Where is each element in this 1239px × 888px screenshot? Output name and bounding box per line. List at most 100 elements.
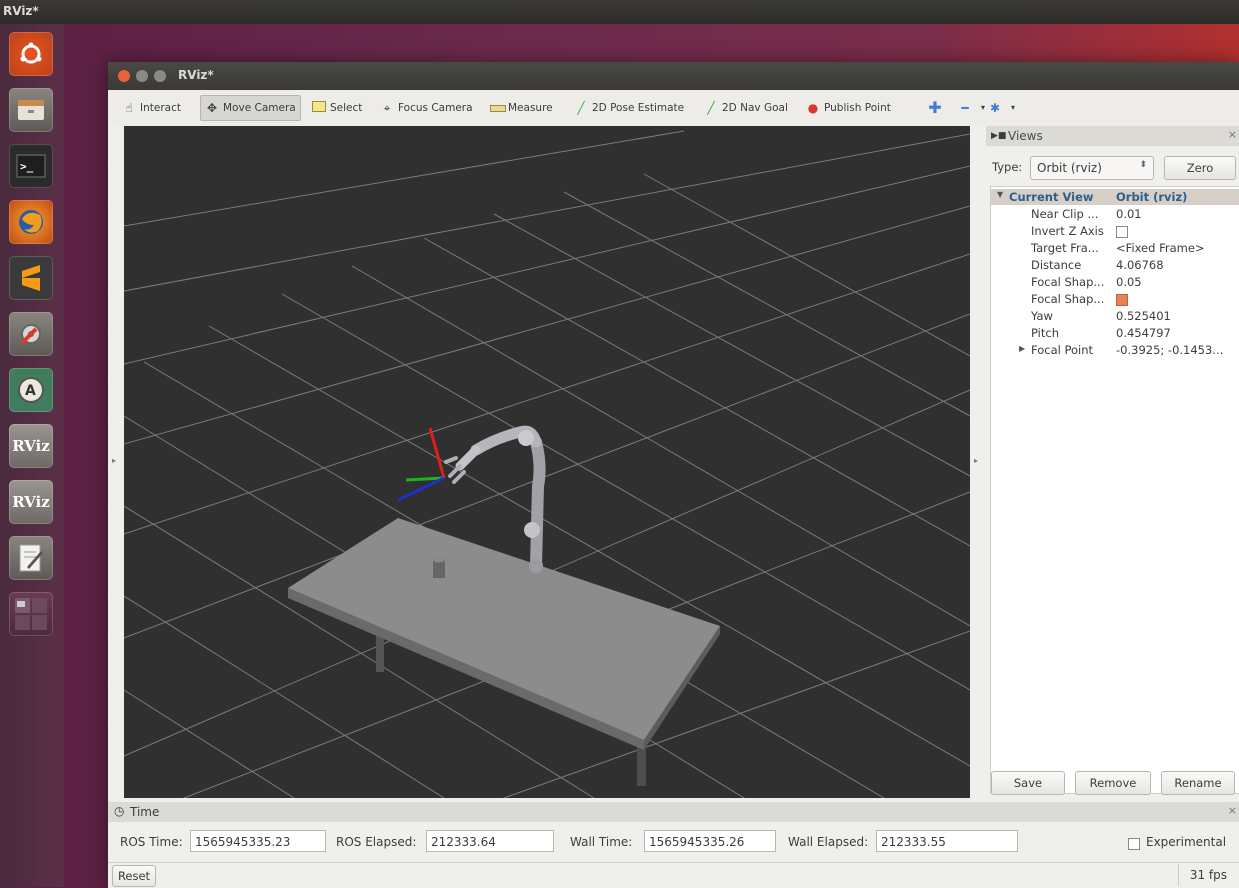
wall-time-field[interactable]: 1565945335.26 <box>644 830 776 852</box>
svg-text:A: A <box>25 383 36 399</box>
plus-icon: ✚ <box>928 98 942 117</box>
workspace-switcher-icon[interactable] <box>9 592 53 636</box>
terminal-icon[interactable]: >_ <box>9 144 53 188</box>
current-view-row[interactable]: ▼ Current View Orbit (rviz) <box>991 189 1239 205</box>
window-titlebar[interactable]: RViz* <box>108 62 1239 90</box>
property-row[interactable]: Focal Shap... 0.05 <box>991 274 1239 290</box>
expand-down-icon[interactable]: ▼ <box>997 190 1003 199</box>
property-name: Invert Z Axis <box>1031 224 1104 238</box>
property-row[interactable]: Focal Shap... <box>991 291 1239 307</box>
rviz-icon[interactable]: RViz <box>9 480 53 524</box>
property-row[interactable]: ▶ Focal Point -0.3925; -0.1453... <box>991 342 1239 358</box>
file-manager-icon[interactable] <box>9 88 53 132</box>
location-pin-icon: ● <box>807 101 819 115</box>
property-row[interactable]: Near Clip ... 0.01 <box>991 206 1239 222</box>
expand-right-icon[interactable]: ▶ <box>1019 344 1025 353</box>
zero-button[interactable]: Zero <box>1164 156 1236 180</box>
rename-button[interactable]: Rename <box>1161 771 1235 795</box>
updown-icon: ⬍ <box>1139 160 1147 170</box>
top-bar-title: RViz* <box>3 4 39 18</box>
experimental-checkbox[interactable] <box>1128 836 1140 850</box>
property-value[interactable]: -0.3925; -0.1453... <box>1116 343 1223 357</box>
rviz-icon[interactable]: RViz <box>9 424 53 468</box>
wall-elapsed-field[interactable]: 212333.55 <box>876 830 1018 852</box>
ruler-icon <box>490 101 506 115</box>
view-properties-tree: ▼ Current View Orbit (rviz) Near Clip ..… <box>990 186 1239 794</box>
view-type-select[interactable]: Orbit (rviz) ⬍ <box>1030 156 1154 180</box>
software-updater-icon[interactable]: A <box>9 368 53 412</box>
measure-tool-button[interactable]: Measure <box>490 96 553 120</box>
pose-estimate-label: 2D Pose Estimate <box>592 102 685 114</box>
minimize-icon[interactable] <box>136 70 148 82</box>
time-title: Time <box>130 805 160 819</box>
property-value[interactable]: <Fixed Frame> <box>1116 241 1205 255</box>
property-value[interactable]: 4.06768 <box>1116 258 1164 272</box>
save-button[interactable]: Save <box>991 771 1065 795</box>
close-icon[interactable]: × <box>1228 804 1237 817</box>
time-panel-title-bar[interactable]: ◷ Time × <box>108 802 1239 822</box>
focus-camera-icon: ⌖ <box>383 101 391 115</box>
ros-time-field[interactable]: 1565945335.23 <box>190 830 326 852</box>
add-tool-button[interactable]: ✚ <box>928 96 942 120</box>
interact-tool-button[interactable]: ☝ Interact <box>122 96 181 120</box>
firefox-icon[interactable] <box>9 200 53 244</box>
window-title: RViz* <box>178 68 214 82</box>
tool-properties-button[interactable]: ✱ ▾ <box>988 96 1020 120</box>
property-row[interactable]: Target Fra... <Fixed Frame> <box>991 240 1239 256</box>
ros-elapsed-label: ROS Elapsed: <box>336 835 417 849</box>
views-panel-title-bar[interactable]: ▶■ Views × <box>986 126 1239 146</box>
2d-nav-goal-tool-button[interactable]: ╱ 2D Nav Goal <box>704 96 788 120</box>
left-dock-splitter[interactable]: ▸ <box>108 126 124 798</box>
tool-properties-icon: ✱ <box>989 101 1001 115</box>
rviz-label: RViz <box>12 437 50 455</box>
svg-text:>_: >_ <box>20 160 34 173</box>
select-tool-button[interactable]: Select <box>312 96 362 120</box>
reset-button[interactable]: Reset <box>112 865 156 887</box>
close-icon[interactable] <box>118 70 130 82</box>
remove-button[interactable]: Remove <box>1075 771 1151 795</box>
text-editor-icon[interactable] <box>9 536 53 580</box>
views-panel: ▶■ Views × Type: Orbit (rviz) ⬍ Zero ▼ C… <box>986 126 1239 802</box>
ubuntu-logo-icon[interactable] <box>9 32 53 76</box>
chevron-down-icon: ▾ <box>1010 103 1015 112</box>
chevron-right-icon: ▸ <box>112 456 117 465</box>
move-camera-label: Move Camera <box>223 102 296 114</box>
views-title: Views <box>1008 129 1043 143</box>
fps-indicator: 31 fps <box>1189 868 1227 882</box>
nav-goal-label: 2D Nav Goal <box>722 102 788 114</box>
property-name: Near Clip ... <box>1031 207 1099 221</box>
tool-toolbar: ☝ Interact ✥ Move Camera Select ⌖ Focus … <box>108 90 1239 127</box>
property-value[interactable]: 0.05 <box>1116 275 1142 289</box>
move-camera-icon: ✥ <box>206 101 218 115</box>
focus-camera-tool-button[interactable]: ⌖ Focus Camera <box>380 96 473 120</box>
invert-z-checkbox[interactable] <box>1116 224 1128 238</box>
remove-tool-button[interactable]: ━ ▾ <box>958 96 990 120</box>
move-camera-tool-button[interactable]: ✥ Move Camera <box>200 95 301 121</box>
2d-pose-estimate-tool-button[interactable]: ╱ 2D Pose Estimate <box>574 96 684 120</box>
sublime-text-icon[interactable] <box>9 256 53 300</box>
property-row[interactable]: Invert Z Axis <box>991 223 1239 239</box>
maximize-icon[interactable] <box>154 70 166 82</box>
close-icon[interactable]: × <box>1228 128 1237 141</box>
publish-point-tool-button[interactable]: ● Publish Point <box>806 96 891 120</box>
focus-camera-label: Focus Camera <box>398 102 473 114</box>
green-arrow-icon: ╱ <box>577 101 585 115</box>
property-value[interactable]: 0.454797 <box>1116 326 1171 340</box>
property-value[interactable]: 0.525401 <box>1116 309 1171 323</box>
3d-render-viewport[interactable] <box>124 126 970 798</box>
focal-shape-fixed-checkbox[interactable] <box>1116 292 1128 306</box>
minus-icon: ━ <box>961 101 969 115</box>
status-bar: Reset 31 fps <box>108 862 1239 888</box>
system-settings-icon[interactable] <box>9 312 53 356</box>
right-dock-splitter[interactable]: ▸ <box>970 126 986 798</box>
ros-elapsed-field[interactable]: 212333.64 <box>426 830 554 852</box>
clock-icon: ◷ <box>114 804 125 818</box>
property-name: Focal Shap... <box>1031 292 1105 306</box>
rviz-label: RViz <box>12 493 50 511</box>
type-label: Type: <box>992 160 1023 174</box>
measure-label: Measure <box>508 102 553 114</box>
property-row[interactable]: Yaw 0.525401 <box>991 308 1239 324</box>
property-row[interactable]: Pitch 0.454797 <box>991 325 1239 341</box>
property-value[interactable]: 0.01 <box>1116 207 1142 221</box>
property-row[interactable]: Distance 4.06768 <box>991 257 1239 273</box>
